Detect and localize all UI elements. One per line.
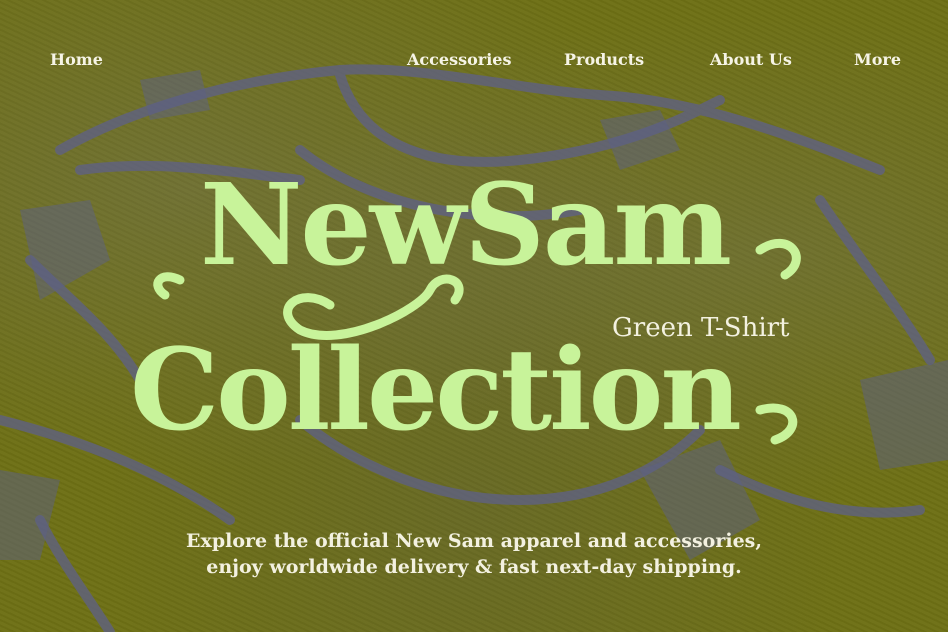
nav-link-products[interactable]: Products: [564, 50, 644, 69]
hero-headline: NewSam Green T-Shirt Collection: [0, 160, 948, 460]
tagline-line-2: enjoy worldwide delivery & fast next-day…: [206, 556, 742, 578]
headline-title-line-1: NewSam: [200, 160, 732, 291]
nav-link-accessories[interactable]: Accessories: [407, 50, 511, 69]
nav-link-about-us[interactable]: About Us: [710, 50, 792, 69]
hero-tagline: Explore the official New Sam apparel and…: [0, 528, 948, 580]
top-navigation: Home Accessories Products About Us More: [0, 46, 948, 76]
nav-link-more[interactable]: More: [854, 50, 901, 69]
headline-title-line-2: Collection: [130, 325, 742, 456]
nav-link-home[interactable]: Home: [50, 50, 103, 69]
tagline-line-1: Explore the official New Sam apparel and…: [186, 530, 762, 552]
